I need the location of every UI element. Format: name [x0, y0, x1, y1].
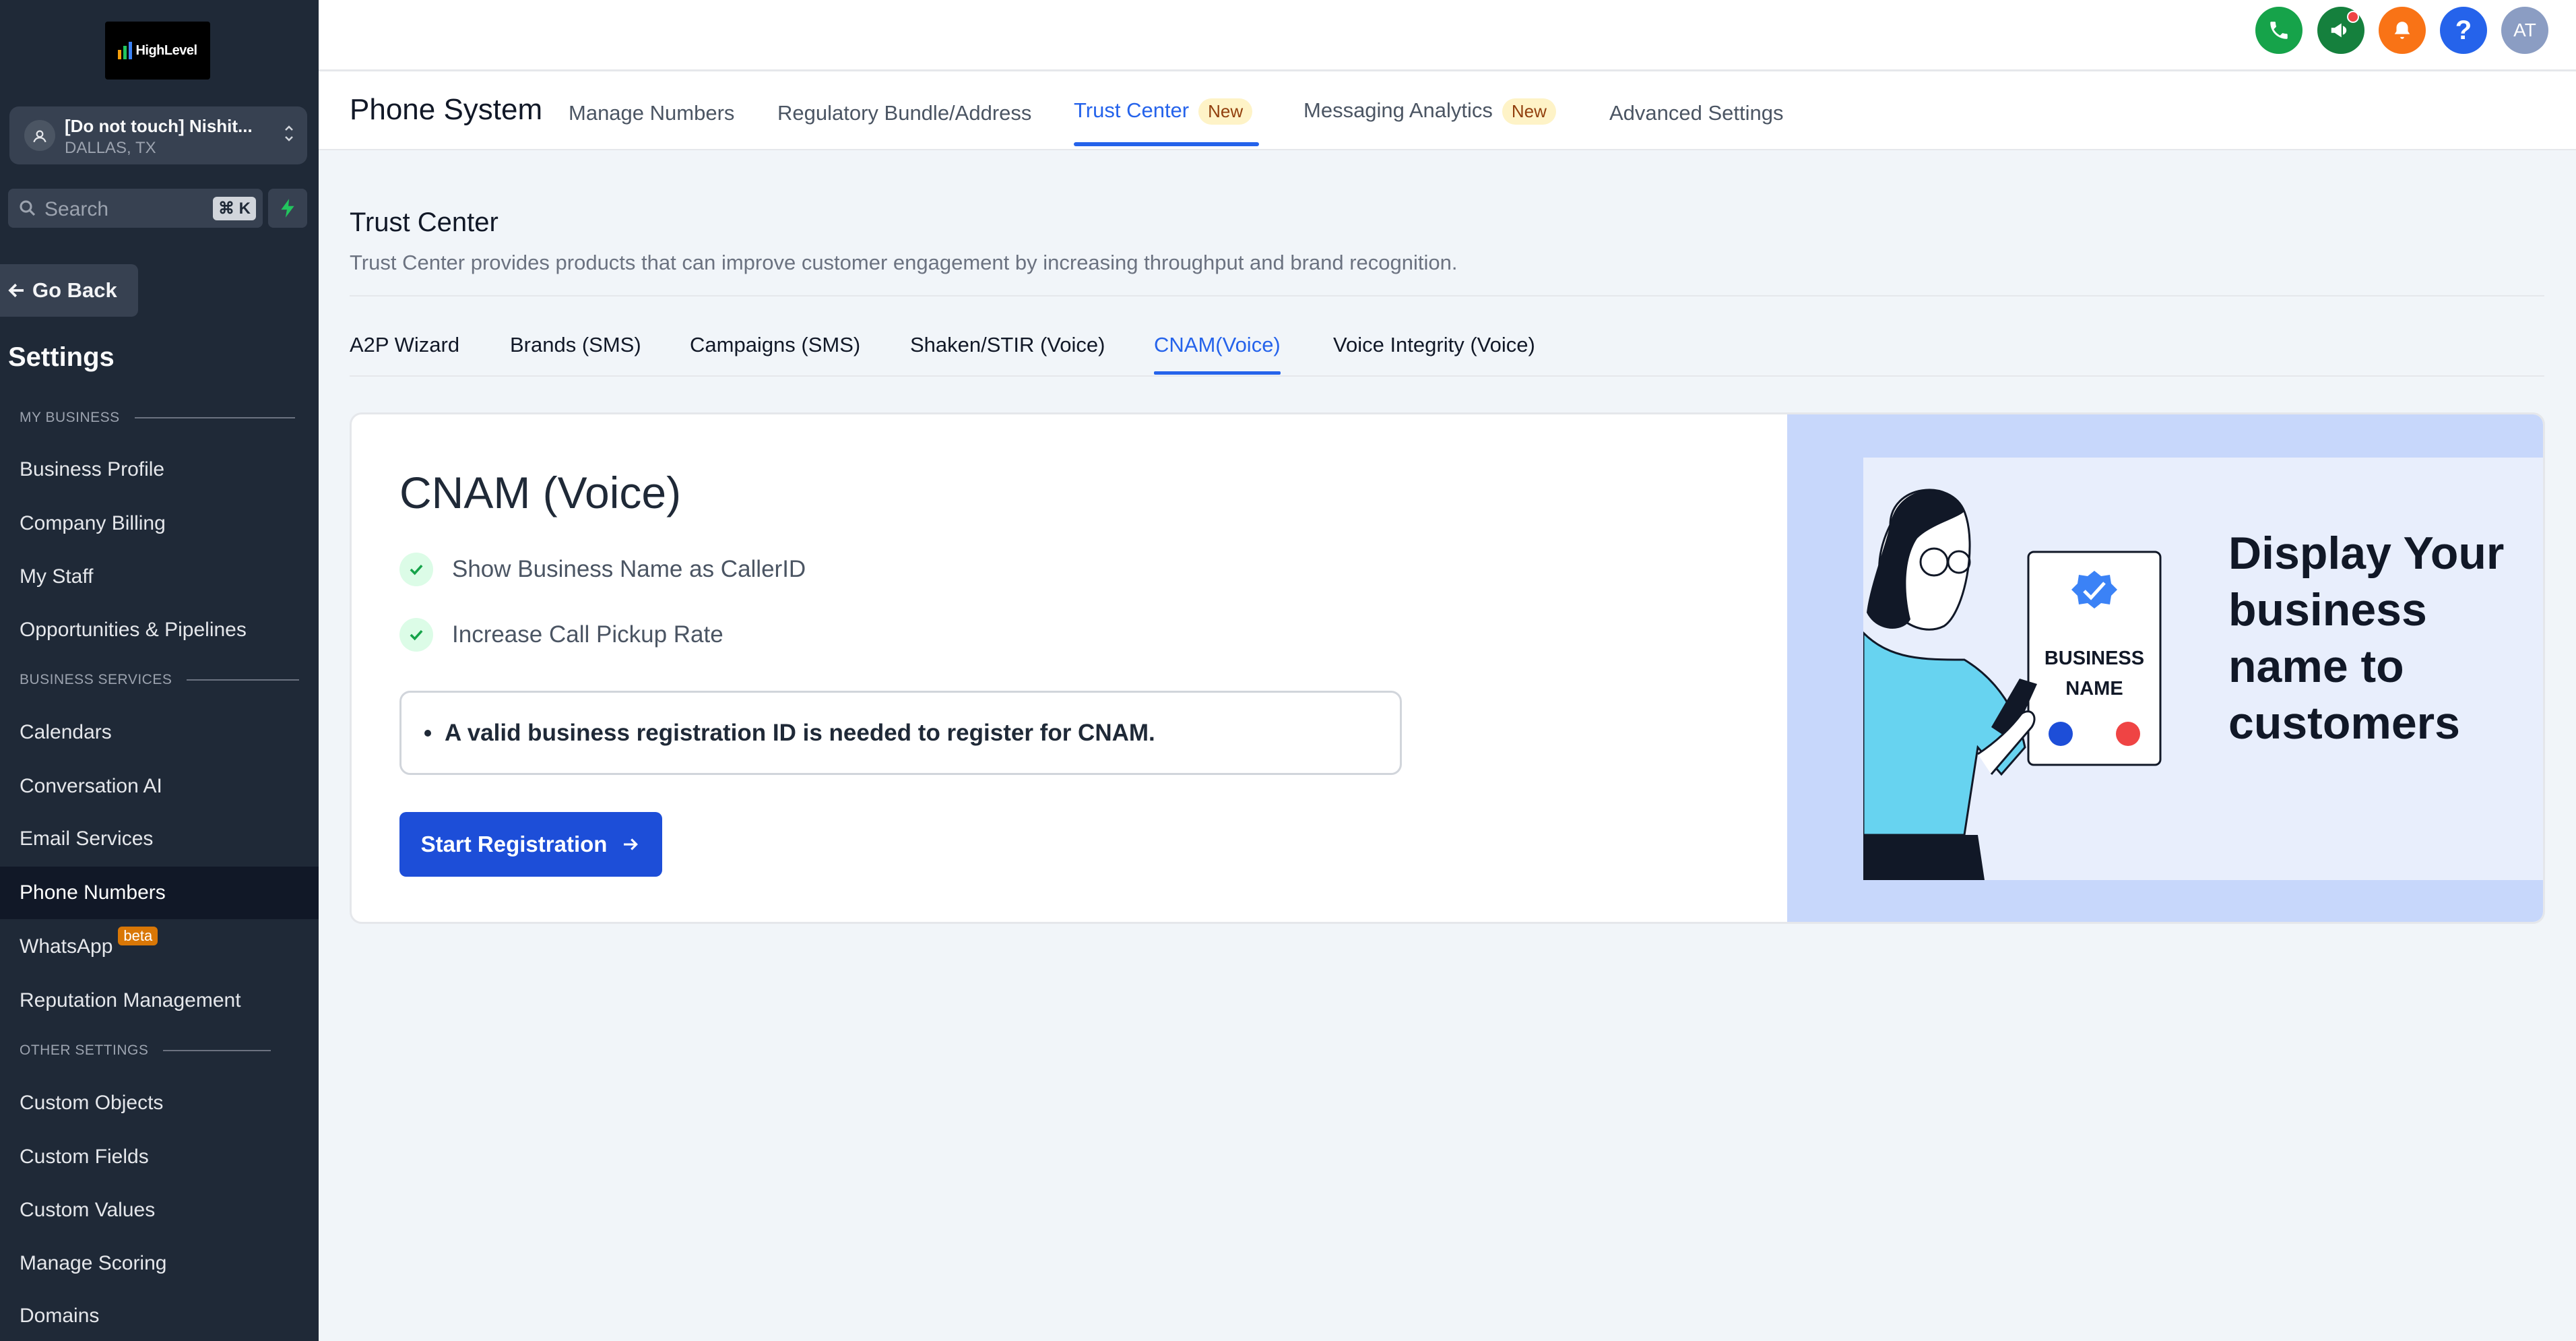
section-business-services: BUSINESS SERVICES — [20, 672, 300, 688]
promo-panel: BUSINESS NAME Display Your business name… — [1787, 414, 2543, 922]
phone-system-header: Phone System Manage Numbers Regulatory B… — [319, 71, 2576, 150]
beta-badge: beta — [118, 927, 158, 945]
check-icon — [399, 553, 433, 586]
search-icon — [18, 198, 38, 222]
tab-brands-sms[interactable]: Brands (SMS) — [510, 333, 641, 357]
help-button[interactable]: ? — [2440, 7, 2487, 54]
section-label: MY BUSINESS — [20, 410, 120, 425]
feature-item: Show Business Name as CallerID — [399, 553, 806, 586]
sidebar-item-custom-values[interactable]: Custom Values — [0, 1184, 319, 1237]
section-other-settings: OTHER SETTINGS — [20, 1042, 271, 1059]
new-badge: New — [1502, 98, 1556, 125]
sidebar-item-whatsapp[interactable]: WhatsApp beta — [0, 921, 319, 973]
active-subtab-indicator — [1154, 371, 1281, 375]
phone-label-name: NAME — [2065, 678, 2123, 699]
sidebar-item-opportunities-pipelines[interactable]: Opportunities & Pipelines — [0, 604, 319, 656]
sidebar: HighLevel [Do not touch] Nishit... DALLA… — [0, 0, 319, 1341]
sidebar-item-conversation-ai[interactable]: Conversation AI — [0, 760, 319, 813]
sidebar-item-phone-numbers[interactable]: Phone Numbers — [0, 867, 319, 919]
divider — [350, 375, 2544, 377]
settings-title: Settings — [8, 342, 115, 372]
start-registration-button[interactable]: Start Registration — [399, 812, 662, 877]
active-tab-indicator — [1074, 142, 1259, 146]
go-back-button[interactable]: Go Back — [0, 264, 138, 317]
sidebar-item-manage-scoring[interactable]: Manage Scoring — [0, 1237, 319, 1290]
highlevel-logo[interactable]: HighLevel — [105, 22, 210, 80]
announcements-button[interactable] — [2317, 7, 2364, 54]
location-icon — [24, 120, 55, 151]
sidebar-item-my-staff[interactable]: My Staff — [0, 551, 319, 603]
divider — [350, 295, 2544, 297]
section-label: OTHER SETTINGS — [20, 1042, 149, 1058]
tab-voice-integrity[interactable]: Voice Integrity (Voice) — [1333, 333, 1535, 357]
tab-campaigns-sms[interactable]: Campaigns (SMS) — [690, 333, 860, 357]
promo-illustration-area: BUSINESS NAME Display Your business name… — [1863, 458, 2543, 880]
sidebar-item-label: WhatsApp — [20, 935, 113, 958]
quick-action-button[interactable] — [268, 189, 307, 228]
woman-with-phone-illustration: BUSINESS NAME — [1863, 489, 2162, 880]
sidebar-item-company-billing[interactable]: Company Billing — [0, 497, 319, 550]
sidebar-item-custom-objects[interactable]: Custom Objects — [0, 1077, 319, 1129]
sidebar-item-email-services[interactable]: Email Services — [0, 813, 319, 865]
tab-regulatory-bundle[interactable]: Regulatory Bundle/Address — [777, 101, 1031, 125]
requirement-note: A valid business registration ID is need… — [399, 691, 1402, 775]
phone-icon — [2270, 22, 2288, 39]
user-avatar[interactable]: AT — [2501, 7, 2548, 54]
trust-center-title: Trust Center — [350, 208, 498, 237]
tab-trust-center[interactable]: Trust Center New — [1074, 98, 1253, 125]
page-title: Phone System — [350, 93, 543, 126]
note-text: A valid business registration ID is need… — [445, 719, 1155, 746]
tab-advanced-settings[interactable]: Advanced Settings — [1609, 101, 1784, 125]
arrow-left-icon — [8, 283, 24, 298]
go-back-label: Go Back — [32, 278, 117, 302]
search-placeholder: Search — [44, 198, 109, 220]
tab-shaken-stir-voice[interactable]: Shaken/STIR (Voice) — [910, 333, 1105, 357]
bullet — [424, 729, 431, 737]
tab-label: Messaging Analytics — [1303, 98, 1493, 122]
search-shortcut: ⌘ K — [213, 197, 256, 220]
bell-icon — [2394, 22, 2410, 39]
avatar-initials: AT — [2513, 20, 2536, 40]
tab-messaging-analytics[interactable]: Messaging Analytics New — [1303, 98, 1556, 125]
check-icon — [399, 618, 433, 652]
notifications-button[interactable] — [2379, 7, 2426, 54]
promo-text: Display Your business name to customers — [2228, 528, 2505, 749]
chevron-updown-icon — [283, 121, 295, 148]
question-icon: ? — [2455, 15, 2472, 45]
feature-item: Increase Call Pickup Rate — [399, 618, 723, 652]
account-name: [Do not touch] Nishit... — [65, 116, 253, 136]
sidebar-item-calendars[interactable]: Calendars — [0, 706, 319, 759]
arrow-right-icon — [624, 838, 639, 850]
logo-text: HighLevel — [135, 42, 197, 58]
button-label: Start Registration — [420, 832, 608, 856]
search-box[interactable]: Search ⌘ K — [8, 189, 263, 228]
phone-button[interactable] — [2255, 7, 2303, 54]
feature-label: Increase Call Pickup Rate — [452, 621, 723, 648]
tab-manage-numbers[interactable]: Manage Numbers — [569, 101, 734, 125]
tab-a2p-wizard[interactable]: A2P Wizard — [350, 333, 459, 357]
cnam-card: CNAM (Voice) Show Business Name as Calle… — [350, 412, 2545, 924]
sidebar-item-business-profile[interactable]: Business Profile — [0, 443, 319, 496]
new-badge: New — [1198, 98, 1253, 125]
account-switcher[interactable]: [Do not touch] Nishit... DALLAS, TX — [9, 106, 307, 164]
tab-label: Trust Center — [1074, 98, 1190, 122]
phone-label-business: BUSINESS — [2044, 648, 2144, 669]
sidebar-item-reputation-management[interactable]: Reputation Management — [0, 974, 319, 1027]
card-title: CNAM (Voice) — [399, 468, 682, 518]
notification-dot — [2347, 11, 2359, 23]
section-label: BUSINESS SERVICES — [20, 672, 172, 687]
feature-label: Show Business Name as CallerID — [452, 556, 806, 582]
logo-bars-icon — [118, 42, 133, 59]
lightning-icon — [281, 199, 294, 218]
top-bar: ? AT — [319, 0, 2576, 71]
section-my-business: MY BUSINESS — [20, 410, 295, 426]
sidebar-item-custom-fields[interactable]: Custom Fields — [0, 1131, 319, 1183]
tab-cnam-voice[interactable]: CNAM(Voice) — [1154, 333, 1281, 357]
account-location: DALLAS, TX — [65, 139, 156, 157]
sidebar-item-domains[interactable]: Domains — [0, 1290, 319, 1341]
trust-center-subtitle: Trust Center provides products that can … — [350, 251, 1458, 274]
